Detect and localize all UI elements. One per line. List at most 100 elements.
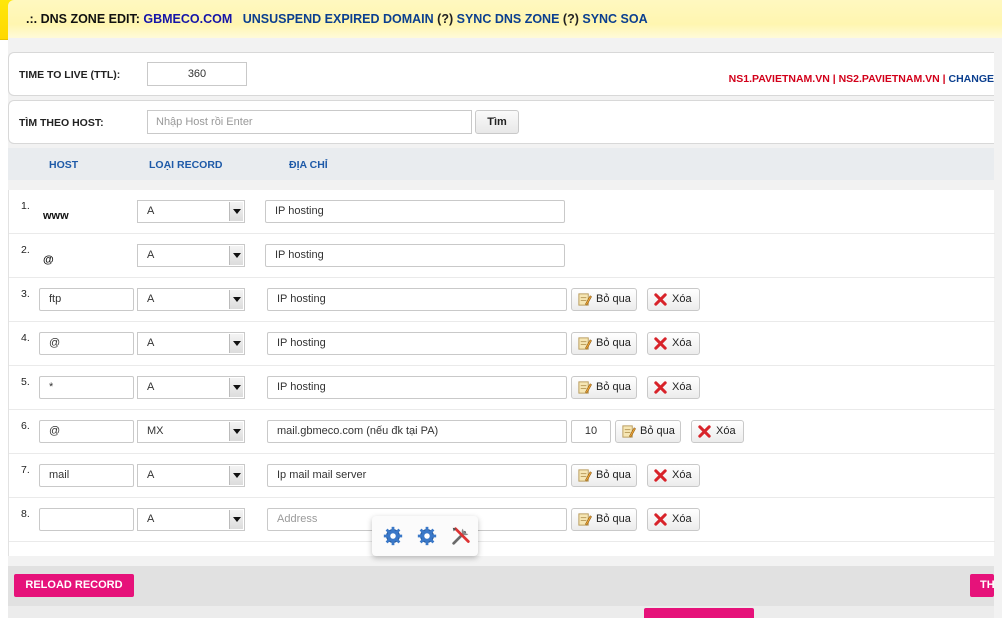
record-type-select[interactable]: A (137, 200, 245, 223)
record-type-select[interactable]: A (137, 244, 245, 267)
footer-right-button[interactable]: TH (970, 574, 994, 597)
unsuspend-link[interactable]: UNSUSPEND EXPIRED DOMAIN (243, 12, 434, 26)
skip-button[interactable]: Bỏ qua (571, 332, 637, 355)
chevron-down-icon[interactable] (229, 202, 243, 221)
record-type-select[interactable]: A (137, 376, 245, 399)
delete-label: Xóa (672, 469, 692, 481)
address-input[interactable]: IP hosting (267, 332, 567, 355)
delete-label: Xóa (672, 513, 692, 525)
address-input[interactable]: Ip mail mail server (267, 464, 567, 487)
ns1-link[interactable]: NS1.PAVIETNAM.VN (729, 73, 830, 85)
host-input[interactable]: @ (39, 420, 134, 443)
red-x-icon (654, 337, 667, 350)
skip-label: Bỏ qua (596, 513, 631, 525)
bottom-strip (8, 606, 994, 618)
host-input[interactable]: mail (39, 464, 134, 487)
nameserver-links: NS1.PAVIETNAM.VN | NS2.PAVIETNAM.VN | CH… (729, 73, 994, 85)
table-row: 4. @ A IP hosting Bỏ qua Xóa (9, 322, 995, 366)
note-pencil-icon (578, 381, 592, 394)
mx-priority-input[interactable]: 10 (571, 420, 611, 443)
skip-button[interactable]: Bỏ qua (571, 376, 637, 399)
chevron-down-icon[interactable] (229, 422, 243, 441)
host-input[interactable]: * (39, 376, 134, 399)
skip-label: Bỏ qua (596, 337, 631, 349)
delete-button[interactable]: Xóa (647, 464, 700, 487)
change-ns-link[interactable]: CHANGE (948, 73, 994, 85)
delete-button[interactable]: Xóa (647, 288, 700, 311)
chevron-down-icon[interactable] (229, 290, 243, 309)
records-table: 1. www A IP hosting 2. @ A IP hosting 3.… (8, 190, 995, 556)
skip-label: Bỏ qua (596, 469, 631, 481)
host-input[interactable] (39, 508, 134, 531)
gear-icon[interactable] (382, 525, 404, 547)
delete-label: Xóa (672, 381, 692, 393)
note-pencil-icon (578, 469, 592, 482)
ttl-input[interactable]: 360 (147, 62, 247, 86)
delete-label: Xóa (716, 425, 736, 437)
address-input[interactable]: IP hosting (267, 376, 567, 399)
tools-icon[interactable] (450, 525, 472, 547)
skip-button[interactable]: Bỏ qua (615, 420, 681, 443)
record-type-select[interactable]: A (137, 288, 245, 311)
address-input[interactable]: mail.gbmeco.com (nếu đk tại PA) (267, 420, 567, 443)
chevron-down-icon[interactable] (229, 466, 243, 485)
header-prefix: .:. DNS ZONE EDIT: (26, 12, 144, 26)
footer-bar: RELOAD RECORD TH (8, 566, 994, 606)
note-pencil-icon (622, 425, 636, 438)
chevron-down-icon[interactable] (229, 334, 243, 353)
skip-button[interactable]: Bỏ qua (571, 288, 637, 311)
skip-button[interactable]: Bỏ qua (571, 508, 637, 531)
ns2-link[interactable]: NS2.PAVIETNAM.VN (839, 73, 940, 85)
table-row: 5. * A IP hosting Bỏ qua Xóa (9, 366, 995, 410)
record-type-select[interactable]: A (137, 508, 245, 531)
delete-button[interactable]: Xóa (647, 332, 700, 355)
chevron-down-icon[interactable] (229, 510, 243, 529)
skip-label: Bỏ qua (596, 293, 631, 305)
table-row: 6. @ MX mail.gbmeco.com (nếu đk tại PA) … (9, 410, 995, 454)
address-input[interactable]: IP hosting (267, 288, 567, 311)
sync-dns-link[interactable]: SYNC DNS ZONE (457, 12, 560, 26)
red-x-icon (698, 425, 711, 438)
search-panel: TÌM THEO HOST: Nhập Host rồi Enter Tìm (8, 100, 994, 144)
ns-separator: | (829, 73, 839, 85)
row-number: 3. (21, 288, 30, 300)
ttl-label: TIME TO LIVE (TTL): (19, 69, 121, 81)
record-type-select[interactable]: MX (137, 420, 245, 443)
sync-soa-link[interactable]: SYNC SOA (582, 12, 647, 26)
gear-icon[interactable] (416, 525, 438, 547)
row-number: 4. (21, 332, 30, 344)
chevron-down-icon[interactable] (229, 246, 243, 265)
host-value: www (43, 210, 69, 222)
delete-button[interactable]: Xóa (691, 420, 744, 443)
note-pencil-icon (578, 337, 592, 350)
record-type-select[interactable]: A (137, 464, 245, 487)
delete-button[interactable]: Xóa (647, 376, 700, 399)
table-row: 3. ftp A IP hosting Bỏ qua Xóa (9, 278, 995, 322)
skip-button[interactable]: Bỏ qua (571, 464, 637, 487)
ttl-panel: TIME TO LIVE (TTL): 360 NS1.PAVIETNAM.VN… (8, 52, 994, 96)
tool-popup (372, 516, 478, 556)
host-search-input[interactable]: Nhập Host rồi Enter (147, 110, 472, 134)
help-link-2[interactable]: (?) (563, 12, 579, 26)
header-bar: .:. DNS ZONE EDIT: GBMECO.COM UNSUSPEND … (0, 0, 1002, 40)
table-row: 2. @ A IP hosting (9, 234, 995, 278)
reload-record-button[interactable]: RELOAD RECORD (14, 574, 134, 597)
column-host: HOST (49, 159, 79, 171)
delete-button[interactable]: Xóa (647, 508, 700, 531)
chevron-down-icon[interactable] (229, 378, 243, 397)
record-type-select[interactable]: A (137, 332, 245, 355)
host-input[interactable]: @ (39, 332, 134, 355)
row-number: 7. (21, 464, 30, 476)
red-x-icon (654, 513, 667, 526)
help-link-1[interactable]: (?) (437, 12, 453, 26)
record-type-value: A (147, 337, 155, 349)
search-button[interactable]: Tìm (475, 110, 519, 134)
record-type-value: MX (147, 425, 164, 437)
red-x-icon (654, 469, 667, 482)
domain-link[interactable]: GBMECO.COM (143, 12, 232, 26)
address-input[interactable]: IP hosting (265, 244, 565, 267)
address-input[interactable]: IP hosting (265, 200, 565, 223)
red-x-icon (654, 293, 667, 306)
host-input[interactable]: ftp (39, 288, 134, 311)
record-type-value: A (147, 293, 155, 305)
